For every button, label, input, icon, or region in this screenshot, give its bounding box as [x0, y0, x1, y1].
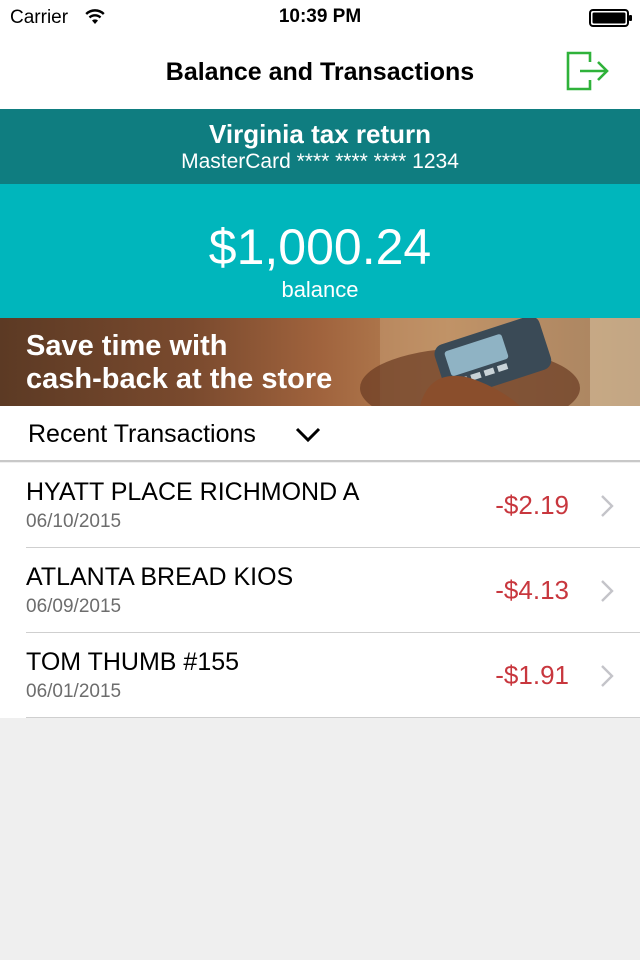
transaction-date: 06/01/2015 [26, 681, 122, 702]
promo-line-2: cash-back at the store [26, 363, 333, 395]
transaction-date: 06/09/2015 [26, 596, 122, 617]
promo-line-1: Save time with [26, 330, 228, 362]
transaction-date: 06/10/2015 [26, 511, 122, 532]
transaction-merchant: TOM THUMB #155 [26, 648, 240, 676]
list-item[interactable]: ATLANTA BREAD KIOS 06/09/2015 -$4.13 [0, 548, 640, 633]
transaction-amount: -$2.19 [495, 490, 569, 520]
chevron-down-icon [295, 427, 321, 443]
transaction-amount: -$4.13 [495, 575, 569, 605]
account-header: Virginia tax return MasterCard **** ****… [0, 109, 640, 184]
account-card-number: MasterCard **** **** **** 1234 [181, 150, 459, 173]
nav-bar: Balance and Transactions [0, 36, 640, 109]
status-time: 10:39 PM [278, 6, 362, 27]
account-name: Virginia tax return [208, 119, 432, 149]
logout-icon[interactable] [562, 48, 612, 94]
transactions-list: HYATT PLACE RICHMOND A 06/10/2015 -$2.19… [0, 463, 640, 718]
recent-transactions-label: Recent Transactions [28, 420, 256, 448]
chevron-right-icon [601, 495, 614, 517]
transaction-merchant: HYATT PLACE RICHMOND A [26, 478, 360, 506]
status-bar: Carrier 10:39 PM [0, 0, 640, 36]
page-title: Balance and Transactions [165, 58, 475, 86]
chevron-right-icon [601, 580, 614, 602]
balance-label: balance [281, 277, 359, 302]
list-item[interactable]: HYATT PLACE RICHMOND A 06/10/2015 -$2.19 [0, 463, 640, 548]
promo-banner[interactable]: Save time with cash-back at the store [0, 318, 640, 406]
transaction-merchant: ATLANTA BREAD KIOS [26, 563, 294, 591]
list-item[interactable]: TOM THUMB #155 06/01/2015 -$1.91 [0, 633, 640, 718]
balance-amount: $1,000.24 [208, 219, 432, 275]
transaction-amount: -$1.91 [495, 660, 569, 690]
chevron-right-icon [601, 665, 614, 687]
balance-panel: $1,000.24 balance [0, 184, 640, 318]
recent-transactions-toggle[interactable]: Recent Transactions [0, 406, 640, 462]
battery-icon [589, 9, 632, 27]
promo-text: Save time with cash-back at the store [26, 330, 332, 396]
